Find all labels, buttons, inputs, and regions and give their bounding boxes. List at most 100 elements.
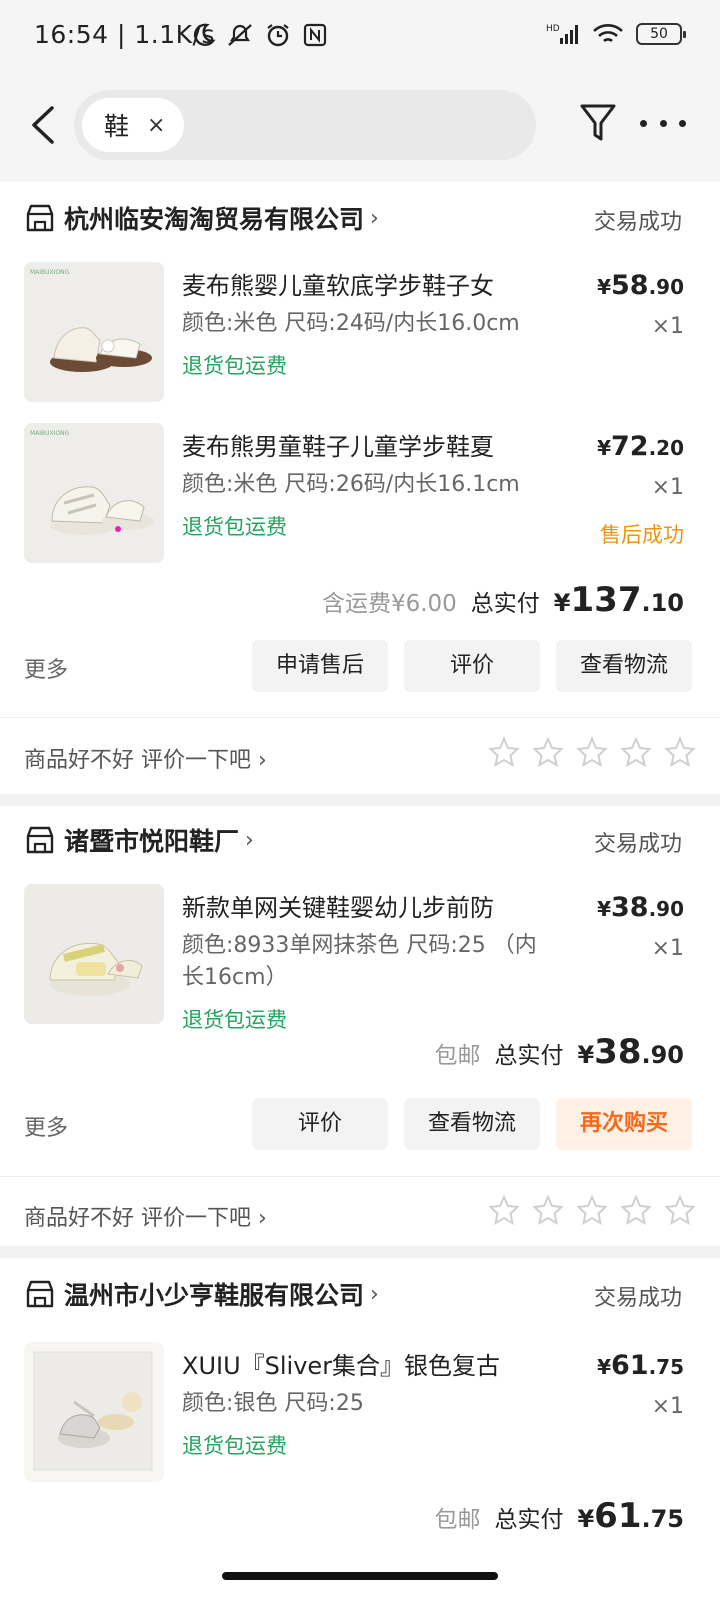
total-label: 总实付 (494, 1507, 564, 1533)
apply-after-sale-button[interactable]: 申请售后 (252, 640, 388, 692)
total-price: ¥137.10 (553, 580, 684, 620)
star-icon[interactable] (576, 1194, 608, 1226)
divider (0, 717, 720, 718)
chevron-right-icon: › (245, 827, 254, 853)
order-item[interactable]: XUIU『Sliver集合』银色复古 颜色:银色 尺码:25 退货包运费 ¥61… (0, 1342, 720, 1482)
more-options-link[interactable]: 更多 (24, 1110, 68, 1142)
store-name: 诸暨市悦阳鞋厂 (64, 827, 240, 856)
store-link[interactable]: 诸暨市悦阳鞋厂 › (24, 820, 254, 860)
svg-text:MAIBUXIONG: MAIBUXIONG (30, 269, 70, 276)
search-header: 鞋 × (0, 78, 720, 182)
item-quantity: ×1 (651, 936, 684, 961)
home-indicator[interactable] (222, 1572, 498, 1580)
shipping-note: 含运费¥6.00 (321, 591, 457, 617)
more-dots-icon[interactable] (640, 108, 686, 138)
after-sale-status[interactable]: 售后成功 (600, 519, 684, 549)
total-price: ¥61.75 (577, 1496, 684, 1536)
order-item[interactable]: 新款单网关键鞋婴幼儿步前防 颜色:8933单网抹茶色 尺码:25 （内长16cm… (0, 884, 720, 1032)
order-item[interactable]: MAIBUXIONG 麦布熊婴儿童软底学步鞋子女 颜色:米色 尺码:24码/内长… (0, 262, 720, 402)
store-icon (26, 1280, 54, 1308)
back-arrow-icon[interactable] (24, 102, 64, 148)
star-icon[interactable] (620, 736, 652, 768)
store-icon (26, 826, 54, 854)
item-price: ¥58.90 (597, 270, 684, 301)
store-name: 杭州临安淘淘贸易有限公司 (64, 205, 365, 234)
filter-icon[interactable] (578, 100, 618, 146)
order-total: 含运费¥6.00 总实付 ¥137.10 (322, 580, 684, 620)
wifi-icon (593, 24, 623, 43)
total-price: ¥38.90 (577, 1032, 684, 1072)
star-rating[interactable] (488, 736, 696, 768)
star-icon[interactable] (488, 1194, 520, 1226)
item-price: ¥38.90 (597, 892, 684, 923)
star-icon[interactable] (576, 736, 608, 768)
product-title: XUIU『Sliver集合』银色复古 (182, 1352, 501, 1380)
order-status: 交易成功 (593, 832, 682, 857)
product-image[interactable] (24, 884, 164, 1024)
moon-icon (193, 23, 216, 46)
view-logistics-button[interactable]: 查看物流 (556, 640, 692, 692)
nfc-icon (303, 23, 327, 47)
star-icon[interactable] (664, 1194, 696, 1226)
view-logistics-button[interactable]: 查看物流 (404, 1098, 540, 1150)
store-link[interactable]: 温州市小少亨鞋服有限公司 › (24, 1274, 379, 1314)
svg-text:HD: HD (546, 24, 560, 34)
alarm-icon (267, 24, 289, 47)
return-shipping-tag: 退货包运费 (182, 354, 287, 378)
product-title: 麦布熊婴儿童软底学步鞋子女 (182, 272, 494, 300)
total-label: 总实付 (470, 591, 540, 617)
review-prompt: 商品好不好 评价一下吧 › (24, 1206, 267, 1231)
order-total: 包邮 总实付 ¥38.90 (434, 1032, 684, 1072)
product-image[interactable] (24, 1342, 164, 1482)
star-icon[interactable] (532, 1194, 564, 1226)
star-icon[interactable] (488, 736, 520, 768)
shipping-note: 包邮 (434, 1507, 481, 1533)
order-item[interactable]: MAIBUXIONG 麦布熊男童鞋子儿童学步鞋夏 颜色:米色 尺码:26码/内长… (0, 423, 720, 563)
review-button[interactable]: 评价 (404, 640, 540, 692)
chevron-right-icon: › (370, 205, 379, 231)
star-icon[interactable] (620, 1194, 652, 1226)
star-icon[interactable] (532, 736, 564, 768)
item-quantity: ×1 (651, 314, 684, 339)
item-quantity: ×1 (651, 1394, 684, 1419)
product-title: 麦布熊男童鞋子儿童学步鞋夏 (182, 433, 494, 461)
product-title: 新款单网关键鞋婴幼儿步前防 (182, 894, 494, 922)
order-status: 交易成功 (593, 1286, 682, 1311)
total-label: 总实付 (494, 1043, 564, 1069)
return-shipping-tag: 退货包运费 (182, 1434, 287, 1458)
status-bar: 16:54 | 1.1K/s HD 50 (0, 0, 720, 78)
more-options-link[interactable]: 更多 (24, 652, 68, 684)
return-shipping-tag: 退货包运费 (182, 515, 287, 539)
review-prompt-row[interactable]: 商品好不好 评价一下吧 › (24, 736, 696, 776)
item-quantity: ×1 (651, 475, 684, 500)
store-link[interactable]: 杭州临安淘淘贸易有限公司 › (24, 198, 379, 238)
signal-icon: HD (546, 24, 578, 44)
buy-again-button[interactable]: 再次购买 (556, 1098, 692, 1150)
shipping-note: 包邮 (434, 1043, 481, 1069)
item-price: ¥72.20 (597, 431, 684, 462)
product-spec: 颜色:银色 尺码:25 (182, 1391, 364, 1416)
battery-indicator: 50 (636, 23, 686, 45)
clear-keyword-button[interactable]: × (147, 113, 165, 138)
order-card: 杭州临安淘淘贸易有限公司 › 交易成功 MAIBUXIONG 麦布熊婴儿童软底学… (0, 182, 720, 794)
search-keyword: 鞋 (104, 112, 130, 141)
search-input[interactable]: 鞋 × (74, 90, 536, 160)
product-image[interactable]: MAIBUXIONG (24, 262, 164, 402)
product-spec: 颜色:米色 尺码:26码/内长16.1cm (182, 472, 520, 497)
status-time: 16:54 | 1.1K/s (34, 20, 215, 49)
star-icon[interactable] (664, 736, 696, 768)
store-name: 温州市小少亨鞋服有限公司 (64, 1281, 365, 1310)
review-button[interactable]: 评价 (252, 1098, 388, 1150)
divider (0, 1176, 720, 1177)
product-spec: 颜色:8933单网抹茶色 尺码:25 （内长16cm） (182, 933, 537, 990)
review-prompt: 商品好不好 评价一下吧 › (24, 748, 267, 773)
search-keyword-chip[interactable]: 鞋 × (82, 98, 184, 152)
product-image[interactable]: MAIBUXIONG (24, 423, 164, 563)
review-prompt-row[interactable]: 商品好不好 评价一下吧 › (24, 1194, 696, 1234)
mute-icon (228, 24, 252, 46)
star-rating[interactable] (488, 1194, 696, 1226)
store-icon (26, 204, 54, 232)
chevron-right-icon: › (370, 1281, 379, 1307)
svg-text:MAIBUXIONG: MAIBUXIONG (30, 430, 70, 437)
return-shipping-tag: 退货包运费 (182, 1008, 287, 1032)
